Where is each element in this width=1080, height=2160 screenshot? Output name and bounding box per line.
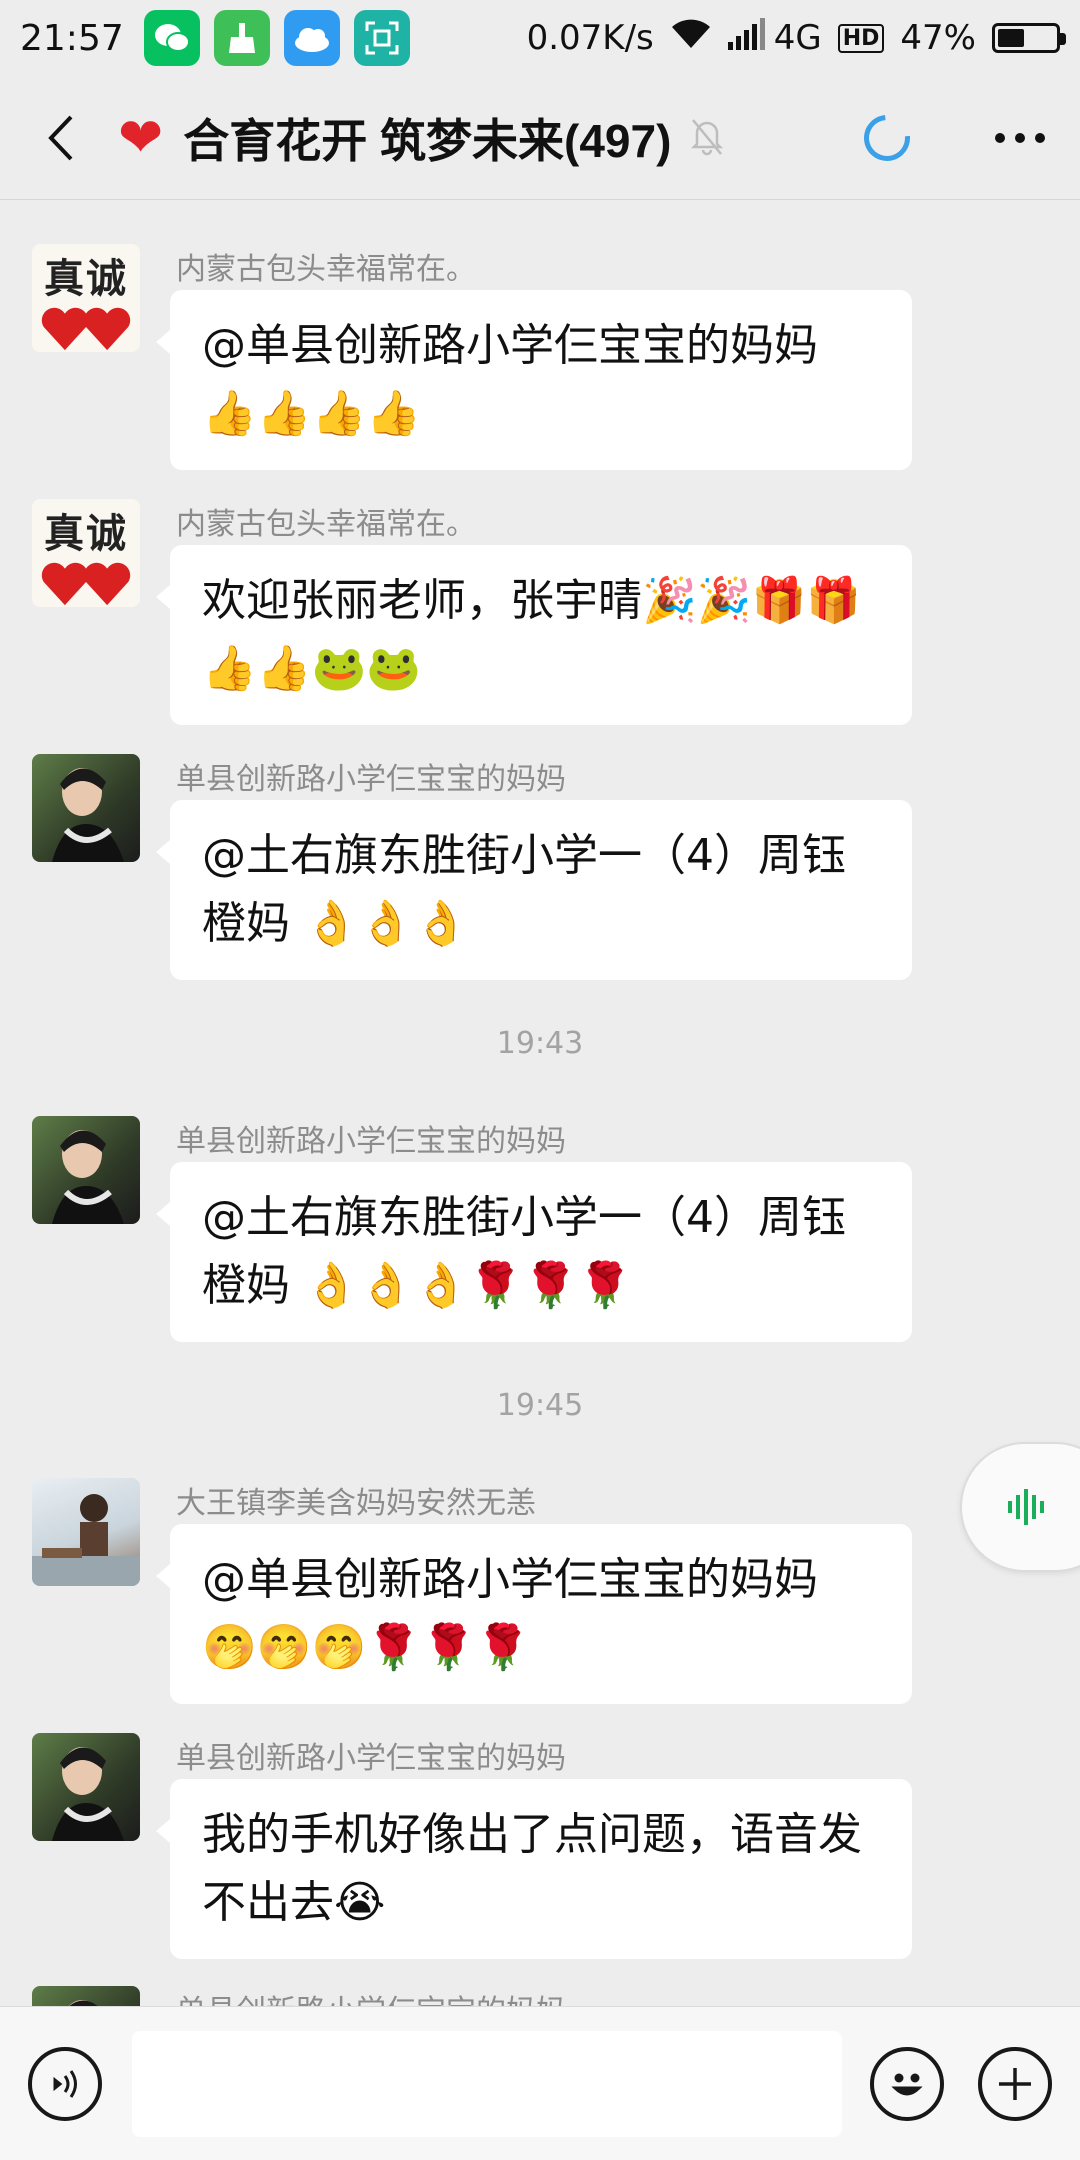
message-text: @土右旗东胜街小学一（4）周钰: [202, 1192, 846, 1243]
message-bubble[interactable]: 我的手机好像出了点问题，语音发 不出去😭: [156, 1779, 912, 1959]
status-time: 21:57: [20, 17, 124, 59]
message-emoji: 👍👍👍👍: [202, 388, 422, 439]
woman-photo-icon: [52, 1130, 124, 1224]
plus-icon: [999, 2068, 1031, 2100]
heart-icon: ❤: [118, 105, 164, 169]
message-emoji: 👍👍🐸🐸: [202, 643, 422, 694]
wechat-icon: [143, 10, 200, 66]
message-bubble[interactable]: @土右旗东胜街小学一（4）周钰 橙妈 👌👌👌🌹🌹🌹: [156, 1162, 912, 1342]
more-button[interactable]: [980, 132, 1060, 144]
time-separator: 19:45: [496, 1388, 584, 1423]
voice-icon: [53, 2070, 77, 2098]
avatar-text: 真诚: [44, 255, 128, 302]
message-text: 我的手机好像出了点问题，语音发: [202, 1809, 862, 1860]
net-speed: 0.07K/s: [526, 18, 654, 58]
avatar[interactable]: [32, 754, 140, 862]
status-right: 0.07K/s 4G HD 47%: [526, 17, 1066, 59]
sender-name: 单县创新路小学仨宝宝的妈妈: [176, 1741, 566, 1776]
weather-icon: [283, 10, 340, 66]
sender-name: 单县创新路小学仨宝宝的妈妈: [176, 762, 566, 797]
message-text-line2: 不出去😭: [202, 1877, 386, 1928]
sender-name: 大王镇李美含妈妈安然无恙: [176, 1486, 536, 1521]
woman-photo-icon: [52, 1747, 124, 1841]
message-text-line2: 橙妈 👌👌👌🌹🌹🌹: [202, 1260, 633, 1311]
avatar[interactable]: 真诚: [32, 244, 140, 352]
message-text: 欢迎张丽老师，张宇晴🎉🎉🎁🎁: [202, 575, 862, 626]
add-button[interactable]: [978, 2047, 1052, 2121]
woman-photo-icon: [68, 2000, 98, 2006]
hearts-icon: [41, 307, 131, 351]
avatar-text: 真诚: [44, 510, 128, 557]
signal-icon: [727, 17, 768, 59]
input-bar: [0, 2006, 1080, 2160]
message-list[interactable]: 真诚 内蒙古包头幸福常在。 @单县创新路小学仨宝宝的妈妈 👍👍👍👍 真诚 内蒙古…: [0, 200, 1080, 2006]
emoji-button[interactable]: [870, 2047, 944, 2121]
sender-name: 单县创新路小学仨宝宝的妈妈: [176, 1124, 566, 1159]
hd-badge: HD: [837, 23, 885, 53]
back-button[interactable]: [20, 88, 100, 188]
smiley-icon: [891, 2073, 923, 2096]
loading-spinner-icon: [854, 105, 920, 170]
message-bubble[interactable]: @单县创新路小学仨宝宝的妈妈 🤭🤭🤭🌹🌹🌹: [156, 1524, 912, 1704]
sender-name: 内蒙古包头幸福常在。: [176, 252, 476, 287]
message-text: @单县创新路小学仨宝宝的妈妈: [202, 1554, 818, 1605]
mute-bell-icon: [689, 116, 725, 160]
status-left: 21:57: [20, 10, 410, 66]
time-separator: 19:43: [496, 1026, 584, 1061]
avatar[interactable]: [32, 1478, 140, 1586]
group-title: 合育花开 筑梦未来(497): [183, 114, 672, 167]
hearts-icon: [41, 562, 131, 606]
battery-percent: 47%: [900, 18, 976, 58]
message-text: @土右旗东胜街小学一（4）周钰: [202, 830, 846, 881]
wifi-icon: [670, 18, 712, 59]
chat-header: ❤ 合育花开 筑梦未来(497): [0, 76, 1080, 200]
woman-photo-icon: [52, 768, 124, 862]
avatar[interactable]: [32, 1986, 140, 2006]
message-emoji: 🤭🤭🤭🌹🌹🌹: [202, 1622, 531, 1673]
message-bubble[interactable]: 欢迎张丽老师，张宇晴🎉🎉🎁🎁 👍👍🐸🐸: [156, 545, 912, 725]
more-dots-icon: [995, 132, 1045, 143]
sender-name: 单县创新路小学仨宝宝的妈妈: [176, 1986, 566, 2006]
avatar[interactable]: [32, 1733, 140, 1841]
broom-icon: [213, 10, 270, 66]
message-text-line2: 橙妈 👌👌👌: [202, 898, 469, 949]
voice-float-button[interactable]: [960, 1442, 1080, 1572]
child-photo-icon: [32, 1494, 140, 1586]
message-bubble[interactable]: @土右旗东胜街小学一（4）周钰 橙妈 👌👌👌: [156, 800, 912, 980]
avatar[interactable]: [32, 1116, 140, 1224]
battery-icon: [992, 23, 1066, 53]
avatar[interactable]: 真诚: [32, 499, 140, 607]
message-input[interactable]: [132, 2031, 842, 2137]
chevron-left-icon: [48, 115, 73, 160]
message-text: @单县创新路小学仨宝宝的妈妈: [202, 320, 818, 371]
scan-icon: [353, 10, 410, 66]
status-bar: 21:57 0.07K/s 4G HD 47%: [0, 0, 1080, 76]
network-type: 4G: [773, 18, 822, 58]
message-bubble[interactable]: @单县创新路小学仨宝宝的妈妈 👍👍👍👍: [156, 290, 912, 470]
header-actions: [854, 105, 1080, 170]
voice-input-button[interactable]: [28, 2047, 102, 2121]
voice-wave-icon: [1008, 1489, 1044, 1525]
sender-name: 内蒙古包头幸福常在。: [176, 507, 476, 542]
